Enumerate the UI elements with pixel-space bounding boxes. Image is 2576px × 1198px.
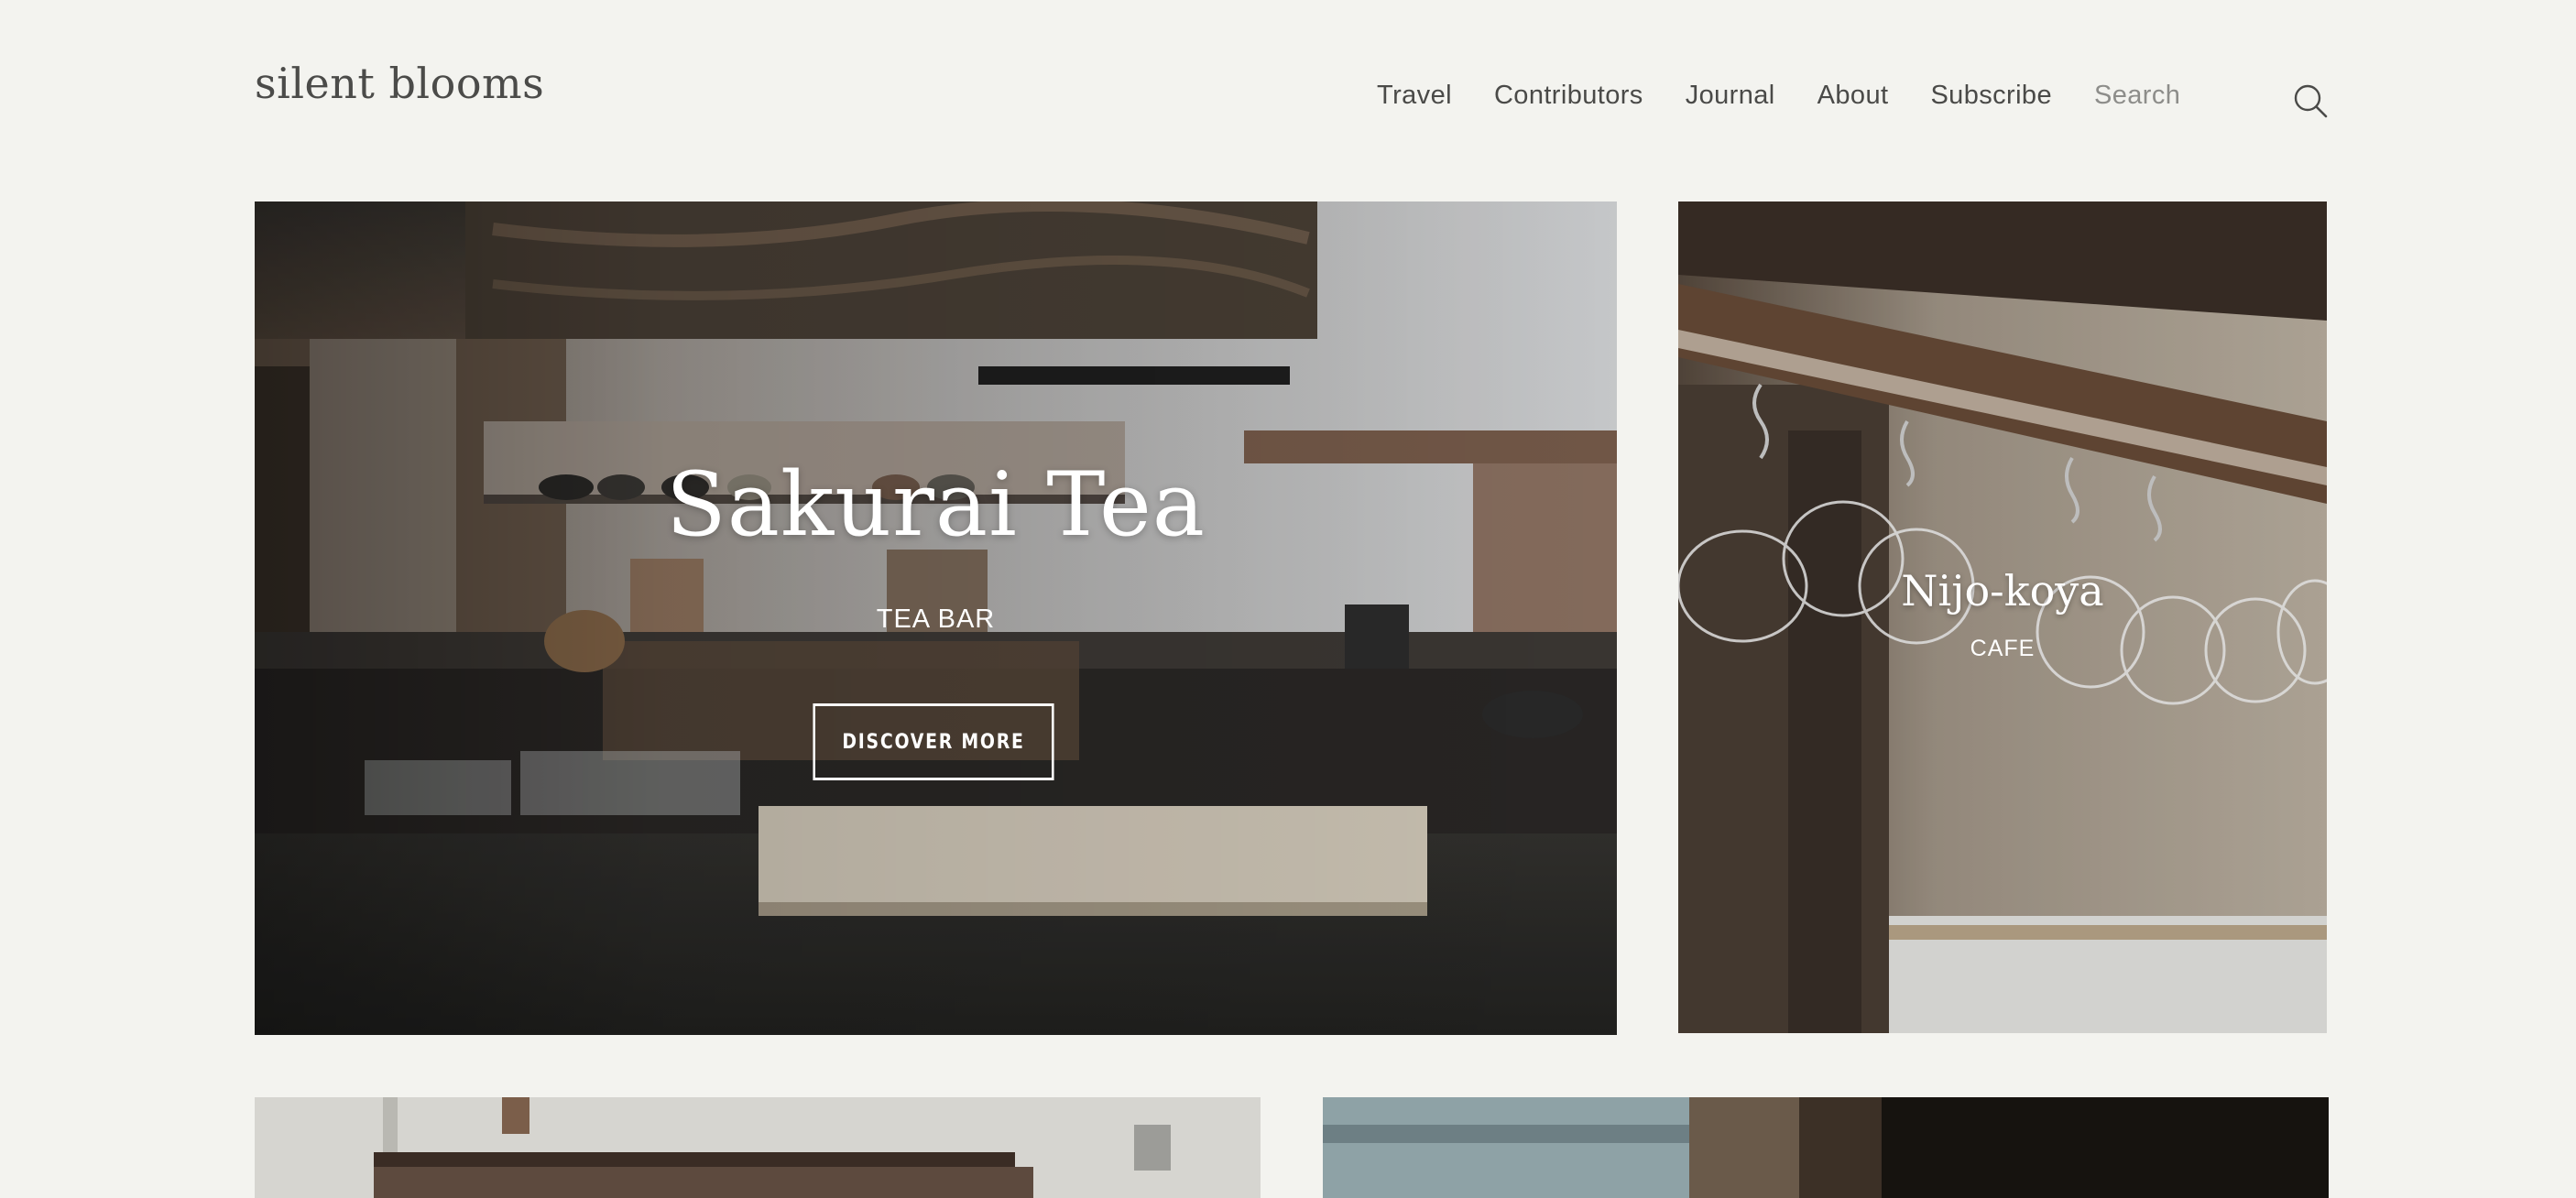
search-icon[interactable] <box>2292 82 2329 119</box>
site-header: silent blooms Travel Contributors Journa… <box>0 0 2576 183</box>
feature-overlay: Sakurai Tea TEA BAR DISCOVER MORE <box>255 201 1617 1035</box>
search-input[interactable] <box>2094 81 2250 111</box>
nav-item-about[interactable]: About <box>1817 81 1889 111</box>
feature-card-bottom-right[interactable] <box>1323 1097 2329 1198</box>
nav-item-journal[interactable]: Journal <box>1686 81 1775 111</box>
feature-category: TEA BAR <box>876 604 996 634</box>
bottom-right-photo <box>1323 1097 2329 1198</box>
nav-item-subscribe[interactable]: Subscribe <box>1930 81 2052 111</box>
discover-more-button[interactable]: DISCOVER MORE <box>813 703 1054 780</box>
nav-item-contributors[interactable]: Contributors <box>1494 81 1643 111</box>
side-feature-overlay: Nijo-koya CAFE <box>1678 201 2327 1033</box>
site-logo[interactable]: silent blooms <box>255 59 544 108</box>
side-feature-category: CAFE <box>1970 636 2036 661</box>
bottom-left-photo <box>255 1097 1261 1198</box>
feature-card-nijo-koya[interactable]: Nijo-koya CAFE <box>1678 201 2327 1033</box>
nav-item-travel[interactable]: Travel <box>1377 81 1452 111</box>
feature-card-sakurai-tea[interactable]: Sakurai Tea TEA BAR DISCOVER MORE <box>255 201 1617 1035</box>
side-feature-title[interactable]: Nijo-koya <box>1678 566 2327 615</box>
feature-card-bottom-left[interactable] <box>255 1097 1261 1198</box>
main-nav: Travel Contributors Journal About Subscr… <box>1377 81 2250 111</box>
feature-title[interactable]: Sakurai Tea <box>255 461 1617 549</box>
